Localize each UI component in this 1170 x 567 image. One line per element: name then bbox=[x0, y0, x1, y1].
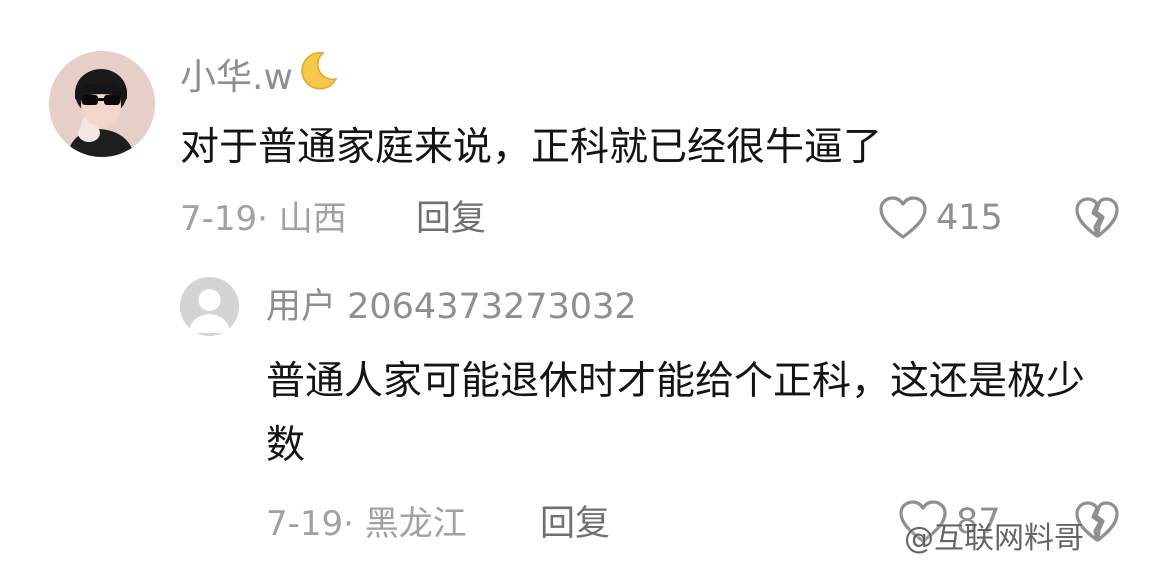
avatar[interactable] bbox=[49, 51, 155, 157]
avatar-image bbox=[49, 51, 155, 157]
crescent-moon-icon bbox=[297, 49, 339, 102]
heart-icon bbox=[879, 196, 927, 239]
comment-date-location: 7-19· 山西 bbox=[180, 199, 347, 239]
avatar[interactable] bbox=[180, 277, 239, 336]
comment-text: 普通人家可能退休时才能给个正科，这还是极少数 bbox=[266, 359, 1086, 468]
username[interactable]: 小华.w bbox=[180, 51, 339, 102]
reply-button[interactable]: 回复 bbox=[416, 198, 486, 240]
watermark: @互联网料哥 bbox=[904, 519, 1084, 559]
reply-button[interactable]: 回复 bbox=[540, 503, 610, 545]
comment-date-location: 7-19· 黑龙江 bbox=[266, 504, 467, 544]
broken-heart-icon bbox=[1075, 197, 1119, 238]
username-text: 小华.w bbox=[180, 57, 293, 98]
comment-text: 对于普通家庭来说，正科就已经很牛逼了 bbox=[180, 125, 883, 170]
dislike-button[interactable] bbox=[1074, 196, 1120, 244]
like-button[interactable]: 415 bbox=[878, 195, 1003, 241]
watermark-text: @互联网料哥 bbox=[904, 521, 1084, 556]
like-count: 415 bbox=[936, 198, 1003, 238]
username[interactable]: 用户 2064373273032 bbox=[266, 286, 637, 328]
default-user-icon bbox=[180, 277, 239, 336]
